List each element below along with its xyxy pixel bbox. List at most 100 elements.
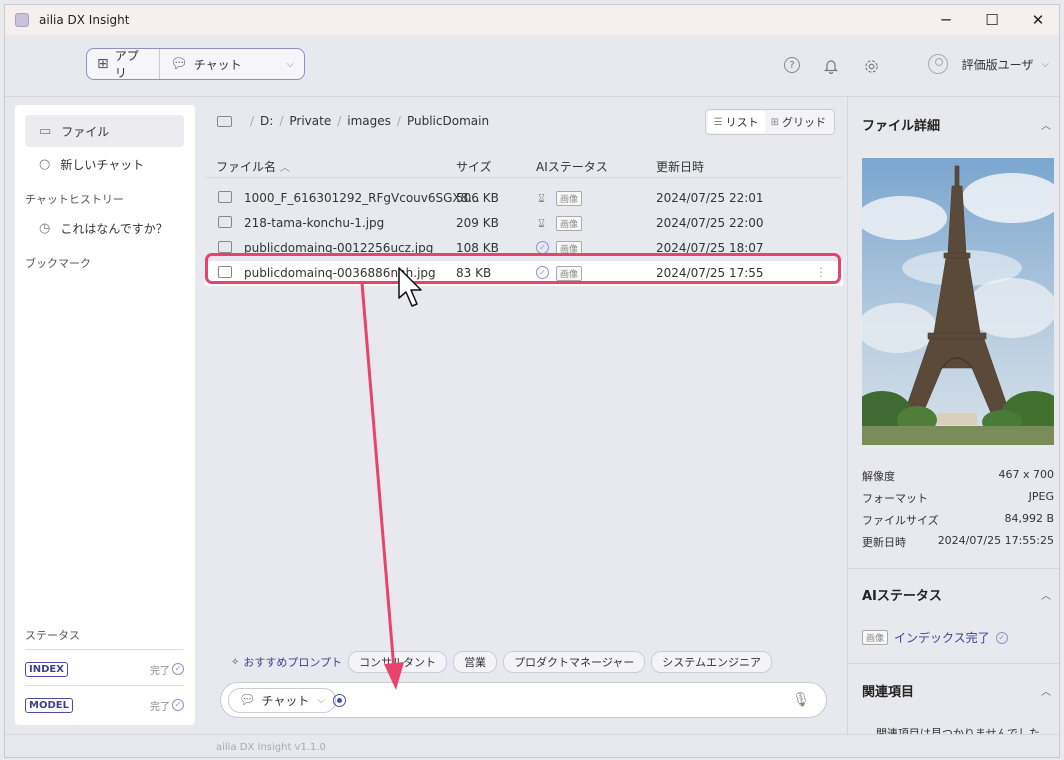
- collapse-icon[interactable]: ︿: [1041, 587, 1051, 602]
- sidebar-item-files[interactable]: ▭ ファイル: [25, 115, 184, 147]
- detail-key: フォーマット: [862, 492, 928, 505]
- prompt-chip[interactable]: プロダクトマネージャー: [503, 651, 646, 673]
- mode-select[interactable]: 💬︎ チャット ⌵: [160, 49, 304, 79]
- file-size: 209 KB: [456, 216, 499, 230]
- selection-highlight: [205, 253, 841, 284]
- chat-input-bar[interactable]: 💬︎ チャット ⌵ 🎙︎: [220, 682, 827, 718]
- breadcrumb-separator: /: [279, 114, 284, 128]
- breadcrumb-separator: /: [396, 114, 401, 128]
- file-date: 2024/07/25 22:01: [656, 191, 764, 205]
- file-name: 218-tama-konchu-1.jpg: [244, 216, 385, 230]
- close-button[interactable]: ✕: [1015, 5, 1059, 35]
- chat-bubble-icon: 💬︎: [239, 693, 256, 708]
- detail-key: 更新日時: [862, 536, 906, 549]
- apps-label: アプリ: [114, 49, 139, 80]
- column-header-name-label: ファイル名: [216, 160, 277, 174]
- history-icon: ◷: [39, 220, 51, 236]
- folder-icon: ▭: [39, 123, 52, 139]
- column-header-date[interactable]: 更新日時: [656, 158, 704, 175]
- detail-panel: ファイル詳細 ︿ 解像度 467 x 700 フォーマット JPEG ファイルサ…: [847, 97, 1059, 740]
- breadcrumb: / D: / Private / images / PublicDomain: [217, 114, 489, 128]
- model-indicator-icon[interactable]: [333, 694, 346, 707]
- image-file-icon: [218, 216, 232, 228]
- grid-view-label: グリッド: [782, 116, 826, 129]
- prompts-label: ✧ おすすめプロンプト: [231, 654, 342, 670]
- related-title: 関連項目: [862, 685, 915, 700]
- chat-mode-select[interactable]: 💬︎ チャット ⌵: [228, 688, 336, 713]
- sidebar-item-new-chat[interactable]: ○ 新しいチャット: [25, 148, 184, 180]
- hourglass-icon: ⌛︎: [538, 192, 545, 205]
- file-size: 506 KB: [456, 191, 499, 205]
- sidebar: ▭ ファイル ○ 新しいチャット チャットヒストリー ◷ これはなんですか？ ブ…: [15, 105, 195, 725]
- title-bar: ailia DX Insight ─ ☐ ✕: [5, 5, 1059, 35]
- history-item[interactable]: ◷ これはなんですか？: [25, 212, 184, 244]
- prompts-label-text: おすすめプロンプト: [243, 656, 343, 669]
- collapse-icon[interactable]: ︿: [1041, 683, 1051, 698]
- file-name: 1000_F_616301292_RFgVcouv6SGX8...: [244, 191, 480, 205]
- gear-icon[interactable]: [862, 57, 880, 75]
- prompt-chip[interactable]: 営業: [453, 651, 498, 673]
- help-icon[interactable]: ?: [784, 57, 800, 73]
- type-tag: 画像: [862, 630, 889, 645]
- detail-value: 2024/07/25 17:55:25: [937, 534, 1054, 547]
- list-view-button[interactable]: ☰ リスト: [707, 111, 765, 133]
- view-toggle: ☰ リスト ⊞ グリッド: [704, 109, 835, 135]
- type-tag: 画像: [556, 191, 583, 206]
- check-circle-icon: ✓: [172, 663, 184, 675]
- breadcrumb-separator: /: [250, 114, 255, 128]
- window-title: ailia DX Insight: [39, 13, 130, 27]
- prompt-chip[interactable]: コンサルタント: [348, 651, 448, 673]
- chevron-down-icon: ⌵: [317, 695, 325, 706]
- breadcrumb-item[interactable]: Private: [289, 114, 331, 128]
- user-name: 評価版ユーザ: [961, 57, 1034, 72]
- status-badge: MODEL: [25, 697, 73, 713]
- folder-icon[interactable]: [217, 115, 232, 127]
- breadcrumb-item[interactable]: D:: [260, 114, 273, 128]
- history-item-label: これはなんですか？: [60, 221, 168, 236]
- table-row[interactable]: 218-tama-konchu-1.jpg 209 KB ⌛︎ 画像 2024/…: [205, 211, 843, 236]
- sidebar-item-label: 新しいチャット: [60, 157, 145, 172]
- column-header-ai[interactable]: AIステータス: [536, 158, 608, 175]
- divider: [848, 568, 1059, 569]
- app-mode-switch: ⊞ アプリ 💬︎ チャット ⌵: [86, 48, 305, 80]
- hourglass-icon: ⌛︎: [538, 217, 545, 230]
- collapse-icon[interactable]: ︿: [1041, 117, 1051, 132]
- column-header-size[interactable]: サイズ: [456, 158, 492, 175]
- detail-key: ファイルサイズ: [862, 514, 939, 527]
- detail-value: JPEG: [1028, 490, 1054, 503]
- detail-modified: 更新日時 2024/07/25 17:55:25: [862, 534, 1054, 550]
- chevron-down-icon: ⌵: [1041, 58, 1049, 70]
- chat-mode-label: チャット: [261, 694, 310, 708]
- bookmark-heading: ブックマーク: [25, 257, 91, 270]
- detail-value: 84,992 B: [1004, 512, 1054, 525]
- grid-view-button[interactable]: ⊞ グリッド: [765, 111, 832, 133]
- image-file-icon: [218, 191, 232, 203]
- user-menu[interactable]: 評価版ユーザ ⌵: [927, 54, 1049, 74]
- table-row[interactable]: 1000_F_616301292_RFgVcouv6SGX8... 506 KB…: [205, 186, 843, 211]
- history-heading: チャットヒストリー: [25, 193, 124, 206]
- sort-up-icon: ︿: [279, 163, 290, 174]
- maximize-button[interactable]: ☐: [969, 5, 1015, 35]
- type-tag: 画像: [556, 216, 583, 231]
- detail-resolution: 解像度 467 x 700: [862, 468, 1054, 484]
- image-preview: [862, 158, 1054, 445]
- prompt-chip[interactable]: システムエンジニア: [651, 651, 772, 673]
- status-heading: ステータス: [25, 629, 80, 642]
- ai-status: 画像 インデックス完了 ✓: [862, 629, 1008, 646]
- breadcrumb-item[interactable]: PublicDomain: [407, 114, 489, 128]
- recommended-prompts: ✧ おすすめプロンプト コンサルタント 営業 プロダクトマネージャー システムエ…: [231, 651, 778, 673]
- file-browser: / D: / Private / images / PublicDomain ☰…: [205, 97, 843, 734]
- check-circle-icon: ✓: [172, 699, 184, 711]
- breadcrumb-item[interactable]: images: [347, 114, 391, 128]
- chat-bubble-icon: 💬︎: [170, 56, 188, 72]
- status-state-text: 完了: [150, 701, 170, 713]
- list-view-label: リスト: [725, 116, 759, 129]
- table-header: ファイル名 ︿ サイズ AIステータス 更新日時: [205, 154, 843, 178]
- microphone-icon[interactable]: 🎙︎: [792, 692, 810, 708]
- apps-button[interactable]: ⊞ アプリ: [87, 49, 160, 80]
- divider: [848, 663, 1059, 664]
- chevron-down-icon: ⌵: [286, 58, 294, 70]
- column-header-name[interactable]: ファイル名 ︿: [216, 158, 290, 175]
- bell-icon[interactable]: [822, 57, 840, 75]
- minimize-button[interactable]: ─: [923, 5, 969, 35]
